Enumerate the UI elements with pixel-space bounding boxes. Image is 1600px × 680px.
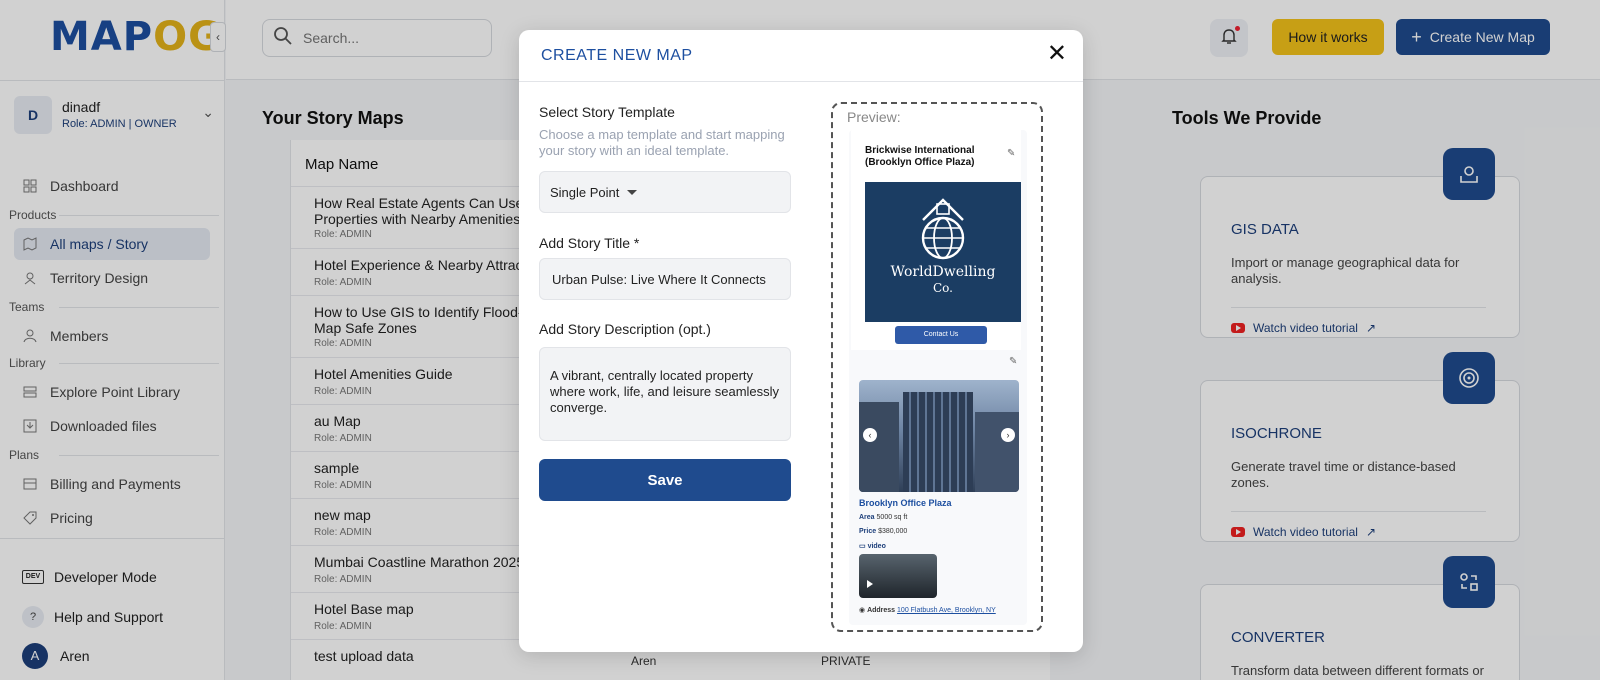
chevron-left-icon: ‹: [863, 428, 877, 442]
preview-phone: Brickwise International (Brooklyn Office…: [849, 130, 1027, 625]
building-shape: [903, 392, 973, 492]
template-label: Select Story Template: [539, 104, 675, 120]
pencil-icon: ✎: [1007, 148, 1016, 159]
preview-video-label: ▭ video: [859, 543, 886, 550]
building-shape: [859, 402, 899, 492]
company-logo-image: WorldDwelling Co.: [865, 182, 1021, 322]
story-title-input[interactable]: Urban Pulse: Live Where It Connects: [539, 258, 791, 300]
logo-line-2: Co.: [932, 281, 953, 295]
preview-address: ◉ Address 100 Flatbush Ave, Brooklyn, NY: [859, 606, 996, 614]
template-select-value: Single Point: [550, 184, 620, 200]
preview-label: Preview:: [847, 109, 901, 125]
preview-card-title: Brickwise International (Brooklyn Office…: [865, 145, 975, 168]
chevron-right-icon: ›: [1001, 428, 1015, 442]
story-description-textarea[interactable]: A vibrant, centrally located property wh…: [539, 347, 791, 441]
pencil-icon: ✎: [1009, 356, 1018, 367]
price-label: Price: [859, 528, 877, 535]
story-description-label: Add Story Description (opt.): [539, 321, 711, 337]
dialog-title: CREATE NEW MAP: [541, 47, 693, 64]
story-title-label: Add Story Title *: [539, 235, 640, 251]
address-label: Address: [867, 607, 896, 614]
building-shape: [975, 412, 1019, 492]
preview-price: Price $380,000: [859, 528, 907, 535]
contact-us-button: Contact Us: [895, 326, 987, 344]
template-hint: Choose a map template and start mapping …: [539, 127, 785, 158]
address-link: 100 Flatbush Ave, Brooklyn, NY: [897, 607, 996, 614]
preview-header-card: Brickwise International (Brooklyn Office…: [851, 130, 1021, 350]
preview-area: Area 5000 sq ft: [859, 514, 907, 521]
caret-down-icon: [627, 189, 638, 195]
video-label: video: [867, 543, 886, 550]
property-photo: ‹ ›: [859, 380, 1019, 492]
location-pin-icon: ◉: [859, 607, 866, 614]
preview-place-name: Brooklyn Office Plaza: [859, 498, 952, 508]
close-icon[interactable]: ✕: [1047, 42, 1067, 66]
create-map-dialog: CREATE NEW MAP ✕ Select Story Template C…: [519, 30, 1083, 652]
area-label: Area: [859, 514, 875, 521]
play-icon: [867, 580, 873, 588]
price-value: $380,000: [878, 528, 908, 535]
house-globe-icon: [921, 198, 965, 260]
logo-line-1: WorldDwelling: [890, 264, 996, 280]
area-value: 5000 sq ft: [876, 514, 908, 521]
dialog-header: CREATE NEW MAP ✕: [519, 30, 1083, 82]
video-thumbnail: [859, 554, 937, 598]
template-preview: Preview: Brickwise International (Brookl…: [831, 102, 1043, 632]
company-logo-wordmark: WorldDwelling Co.: [865, 264, 1021, 296]
template-select[interactable]: Single Point: [539, 171, 791, 213]
save-button[interactable]: Save: [539, 459, 791, 501]
